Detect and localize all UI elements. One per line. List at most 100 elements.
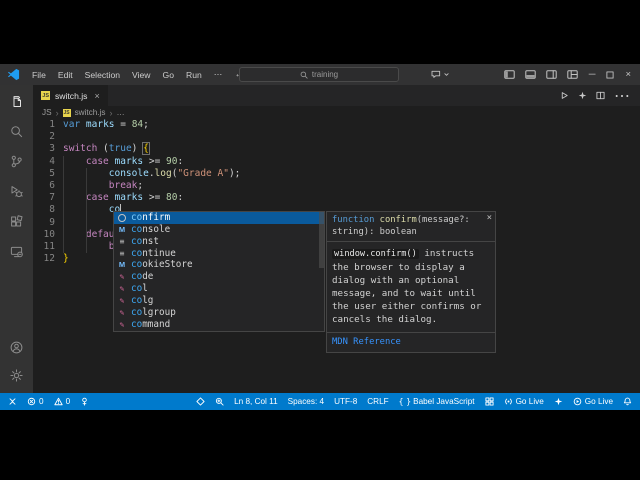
- minimize-button[interactable]: ─: [589, 69, 596, 80]
- doc-text: instructs the browser to display a dialo…: [332, 248, 482, 325]
- command-center-label: training: [311, 70, 339, 79]
- line-number: 2: [49, 131, 55, 143]
- split-editor-icon[interactable]: [596, 91, 605, 100]
- autocomplete-dropdown: confirm Mconsole ≡ const ≡ continue McookieSto…: [113, 211, 325, 332]
- status-eol[interactable]: CRLF: [367, 397, 388, 406]
- doc-description: window.confirm() instructs the browser t…: [327, 241, 495, 332]
- settings-gear-icon[interactable]: [8, 367, 25, 384]
- titlebar: FileEditSelectionViewGoRun ⋯ ← → trainin…: [0, 64, 640, 85]
- menu-view[interactable]: View: [126, 70, 156, 80]
- status-notifications-bell[interactable]: [623, 397, 632, 406]
- close-icon[interactable]: ×: [487, 213, 492, 225]
- layout-sidebar-right-icon[interactable]: [546, 70, 557, 79]
- suggestion-confirm[interactable]: confirm: [114, 212, 324, 224]
- menu-run[interactable]: Run: [180, 70, 208, 80]
- status-indentation[interactable]: Spaces: 4: [288, 397, 324, 406]
- remote-explorer-icon[interactable]: [8, 243, 25, 260]
- explorer-icon[interactable]: [8, 93, 25, 110]
- code-line[interactable]: 5 console.log("Grade A");: [33, 168, 640, 180]
- zoom-icon: [215, 397, 224, 406]
- line-number: 6: [49, 179, 55, 191]
- suggestion-col[interactable]: ✎ col: [114, 283, 324, 295]
- source-control-icon[interactable]: [8, 153, 25, 170]
- code-line[interactable]: 7 case marks >= 80:: [33, 192, 640, 204]
- line-number: 3: [49, 143, 55, 155]
- code-editor[interactable]: 1 var marks = 84; 2 3 switch (true) {4 case …: [33, 119, 640, 393]
- signature-keyword: function: [332, 215, 380, 225]
- breadcrumb-symbol[interactable]: …: [117, 108, 125, 117]
- javascript-file-icon: JS: [41, 91, 50, 100]
- layout-sidebar-left-icon[interactable]: [504, 70, 515, 79]
- command-center-search[interactable]: training: [239, 67, 399, 82]
- status-cursor-position[interactable]: Ln 8, Col 11: [234, 397, 278, 406]
- suggest-scrollbar[interactable]: [319, 212, 324, 268]
- status-go-live-broadcast[interactable]: Go Live: [504, 397, 544, 406]
- menu-edit[interactable]: Edit: [52, 70, 79, 80]
- more-icon[interactable]: ⋯: [614, 86, 631, 106]
- menu-selection[interactable]: Selection: [79, 70, 126, 80]
- run-debug-icon[interactable]: [8, 183, 25, 200]
- suggestion-continue[interactable]: ≡ continue: [114, 248, 324, 260]
- code-line[interactable]: 6 break;: [33, 180, 640, 192]
- code-line[interactable]: 1 var marks = 84;: [33, 119, 640, 131]
- code-line[interactable]: 4 case marks >= 90:: [33, 156, 640, 168]
- status-encoding[interactable]: UTF-8: [334, 397, 357, 406]
- chevron-right-icon: ›: [109, 107, 113, 118]
- accounts-icon[interactable]: [8, 339, 25, 356]
- property-icon: ✎: [119, 284, 125, 294]
- menubar-overflow-icon[interactable]: ⋯: [208, 69, 229, 80]
- suggestion-cookieStore[interactable]: McookieStore: [114, 259, 324, 272]
- play-circle-icon: [573, 397, 582, 406]
- code-line[interactable]: 3 switch (true) {: [33, 142, 640, 156]
- search-icon[interactable]: [8, 123, 25, 140]
- status-go-live-play[interactable]: Go Live: [573, 397, 613, 406]
- status-bar: 00 Ln 8, Col 11 Spaces: 4 UTF-8 CRLF { } Babe…: [0, 393, 640, 410]
- suggestion-code[interactable]: ✎ code: [114, 271, 324, 283]
- status-ports[interactable]: [485, 397, 494, 406]
- suggestion-command[interactable]: ✎ command: [114, 319, 324, 331]
- breadcrumb-file[interactable]: switch.js: [75, 108, 106, 117]
- status-sparkle-status[interactable]: [554, 397, 563, 406]
- status-screencast[interactable]: [196, 397, 205, 406]
- breadcrumb-root[interactable]: JS: [42, 108, 52, 117]
- mdn-reference-link[interactable]: MDN Reference: [327, 332, 495, 352]
- error-icon: [27, 397, 36, 406]
- suggestion-colg[interactable]: ✎ colg: [114, 295, 324, 307]
- live-share-icon: [80, 397, 89, 406]
- menu-go[interactable]: Go: [157, 70, 180, 80]
- status-zoom-indicator[interactable]: [215, 397, 224, 406]
- screen: FileEditSelectionViewGoRun ⋯ ← → trainin…: [0, 0, 640, 480]
- menu-file[interactable]: File: [26, 70, 52, 80]
- suggest-doc-popup: function confirm(message?: string): bool…: [326, 211, 496, 354]
- line-number: 9: [49, 216, 55, 228]
- tab-close-icon[interactable]: ×: [94, 91, 99, 101]
- status-live-share[interactable]: [80, 397, 89, 406]
- close-button[interactable]: ×: [625, 69, 631, 80]
- status-errors-count[interactable]: 0: [27, 397, 44, 406]
- breadcrumb: JS › JS switch.js › …: [33, 106, 640, 119]
- sparkle-icon[interactable]: [578, 91, 587, 100]
- screencast-icon: [196, 397, 205, 406]
- layout-panel-icon[interactable]: [525, 70, 536, 79]
- suggestion-colgroup[interactable]: ✎ colgroup: [114, 307, 324, 319]
- status-warnings-count[interactable]: 0: [53, 397, 70, 406]
- tab-switch-js[interactable]: JS switch.js ×: [33, 85, 108, 106]
- property-icon: ✎: [119, 296, 125, 306]
- search-small-icon: [300, 71, 308, 79]
- status-language-mode[interactable]: { } Babel JavaScript: [399, 397, 475, 406]
- keyword-icon: ≡: [119, 236, 125, 246]
- bell-icon: [623, 397, 632, 406]
- suggestion-console[interactable]: Mconsole: [114, 224, 324, 236]
- status-remote-indicator[interactable]: [8, 397, 17, 406]
- line-number: 7: [49, 192, 55, 204]
- line-number: 10: [43, 228, 55, 240]
- chat-button[interactable]: [431, 70, 449, 79]
- maximize-button[interactable]: [606, 70, 614, 79]
- layout-customize-icon[interactable]: [567, 70, 578, 79]
- field-icon: M: [118, 260, 126, 270]
- editor-area: JS switch.js × ⋯ JS › JS switch.js › … 1…: [33, 85, 640, 393]
- run-icon[interactable]: [560, 91, 569, 100]
- extensions-icon[interactable]: [8, 213, 25, 230]
- code-line[interactable]: 2: [33, 131, 640, 143]
- suggestion-const[interactable]: ≡ const: [114, 236, 324, 248]
